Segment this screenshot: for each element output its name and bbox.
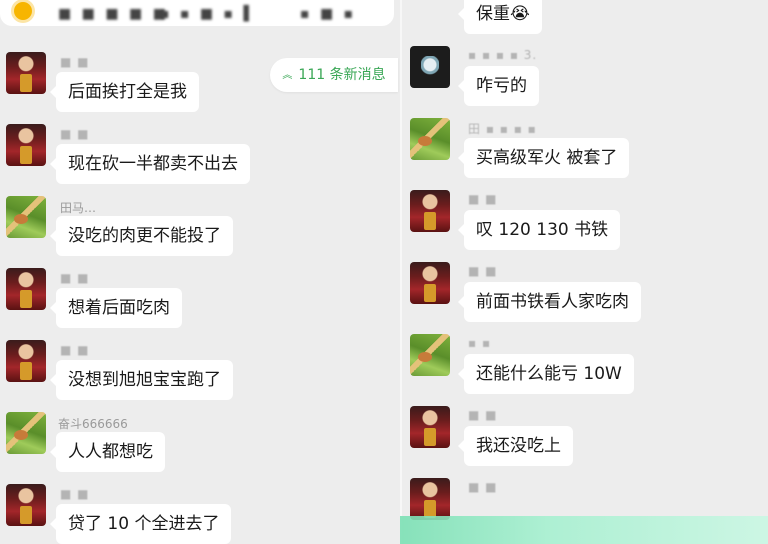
sender-name: 田马… — [60, 201, 97, 215]
avatar[interactable] — [6, 412, 46, 454]
sender-name: ■ ■ — [468, 264, 498, 278]
blurred-header-text: ▪ ■ ▪ — [300, 6, 357, 22]
avatar[interactable] — [410, 262, 450, 304]
message-bubble[interactable]: 我还没吃上 — [458, 426, 573, 466]
message-bubble[interactable]: 还能什么能亏 10W — [458, 354, 634, 394]
sender-name: 奋斗666666 — [58, 417, 128, 431]
right-chat-pane: 保重😭 ▪ ▪ ▪ ▪ 3. 咋亏的 田 ▪ ▪ ▪ ▪ 买高级军火 被套了 ■… — [400, 0, 768, 544]
avatar[interactable] — [410, 190, 450, 232]
message-bubble[interactable]: 没吃的肉更不能投了 — [50, 216, 233, 256]
sender-name: ■ ■ — [60, 487, 90, 501]
sender-name: ■ ■ — [60, 55, 90, 69]
sender-name: ▪ ▪ — [468, 336, 492, 350]
sun-icon — [14, 2, 32, 20]
sender-name: ■ ■ — [468, 480, 498, 494]
avatar[interactable] — [410, 46, 450, 88]
message-bubble[interactable]: 没想到旭旭宝宝跑了 — [50, 360, 233, 400]
left-chat-pane: ■ ■ ■ ■ ■ ▪ ▪ ■ ▪ ▌ ▪ ■ ▪ ■ ■ 后面挨打全是我 ■ … — [0, 0, 400, 544]
new-messages-button[interactable]: ︽ 111 条新消息 — [270, 58, 398, 92]
avatar[interactable] — [6, 340, 46, 382]
avatar[interactable] — [410, 478, 450, 520]
sender-name: ■ ■ — [468, 408, 498, 422]
sender-name: ■ ■ — [468, 192, 498, 206]
message-bubble[interactable]: 后面挨打全是我 — [50, 72, 199, 112]
avatar[interactable] — [6, 268, 46, 310]
message-bubble[interactable]: 保重😭 — [458, 0, 542, 34]
avatar[interactable] — [410, 406, 450, 448]
message-bubble[interactable]: 想着后面吃肉 — [50, 288, 182, 328]
avatar[interactable] — [6, 484, 46, 526]
green-highlight-overlay — [400, 516, 768, 544]
chevron-up-icon: ︽ — [282, 70, 293, 81]
avatar[interactable] — [410, 334, 450, 376]
sender-name: ■ ■ — [60, 127, 90, 141]
sender-name: 田 ▪ ▪ ▪ ▪ — [468, 122, 537, 136]
message-bubble[interactable]: 贷了 10 个全进去了 — [49, 504, 232, 544]
sender-name: ■ ■ — [60, 271, 90, 285]
message-bubble[interactable]: 买高级军火 被套了 — [457, 138, 630, 178]
message-bubble[interactable]: 人人都想吃 — [50, 432, 165, 472]
blurred-header-text: ■ ■ ■ ■ ■ — [58, 6, 169, 22]
blurred-header-text: ▪ ▪ ■ ▪ ▌ — [160, 6, 258, 22]
avatar[interactable] — [410, 118, 450, 160]
message-bubble[interactable]: 现在砍一半都卖不出去 — [50, 144, 250, 184]
avatar[interactable] — [6, 124, 46, 166]
avatar[interactable] — [6, 196, 46, 238]
top-bar: ■ ■ ■ ■ ■ ▪ ▪ ■ ▪ ▌ ▪ ■ ▪ — [0, 0, 394, 26]
avatar[interactable] — [6, 52, 46, 94]
sender-name: ■ ■ — [60, 343, 90, 357]
new-messages-label: 111 条新消息 — [298, 67, 386, 83]
message-bubble[interactable]: 叹 120 130 书铁 — [457, 210, 621, 250]
message-bubble[interactable]: 前面书铁看人家吃肉 — [458, 282, 641, 322]
sender-name: ▪ ▪ ▪ ▪ 3. — [468, 48, 538, 62]
message-bubble[interactable]: 咋亏的 — [458, 66, 539, 106]
